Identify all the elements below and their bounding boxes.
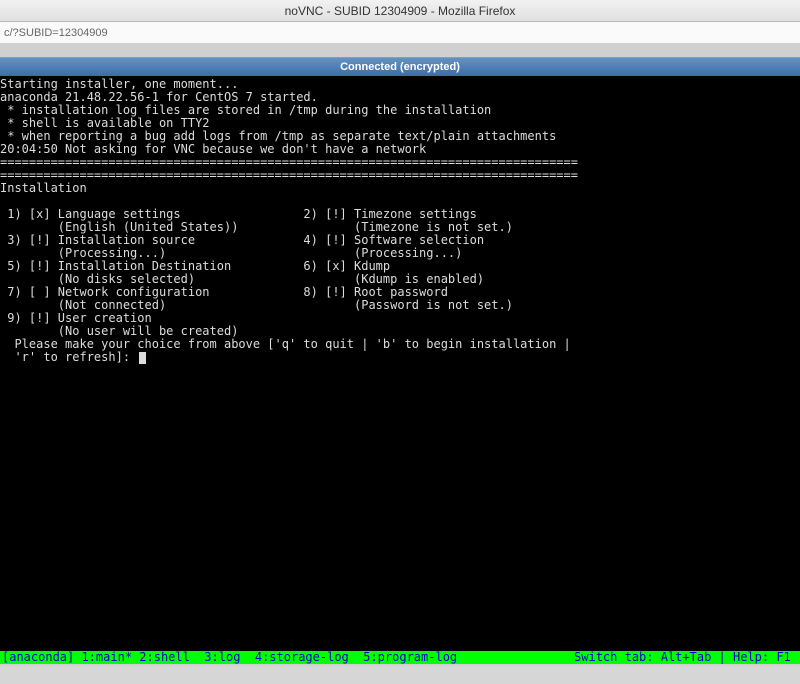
- novnc-status-bar: Connected (encrypted): [0, 58, 800, 76]
- tmux-status-right: Switch tab: Alt+Tab | Help: F1: [574, 651, 798, 664]
- browser-chrome-gap: [0, 44, 800, 58]
- tmux-status-left: [anaconda] 1:main* 2:shell 3:log 4:stora…: [2, 651, 457, 664]
- tmux-status-bar: [anaconda] 1:main* 2:shell 3:log 4:stora…: [0, 651, 800, 664]
- bottom-strip: [0, 664, 800, 666]
- cursor-icon: [139, 352, 146, 364]
- window-title: noVNC - SUBID 12304909 - Mozilla Firefox: [0, 0, 800, 22]
- terminal-body: Starting installer, one moment... anacon…: [0, 78, 800, 364]
- terminal[interactable]: Starting installer, one moment... anacon…: [0, 76, 800, 666]
- url-bar[interactable]: c/?SUBID=12304909: [0, 22, 800, 44]
